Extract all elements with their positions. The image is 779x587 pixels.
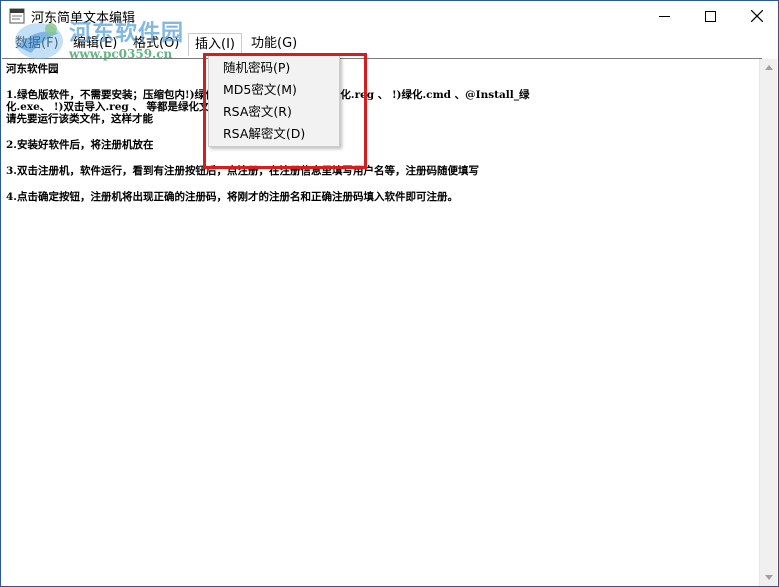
editor-line: 2.安装好软件后，将注册机放在: [6, 139, 154, 151]
chevron-up-icon: [764, 65, 773, 70]
insert-dropdown-menu: 随机密码(P) MD5密文(M) RSA密文(R) RSA解密文(D): [208, 55, 340, 147]
maximize-icon: [705, 10, 716, 22]
app-icon: [9, 8, 25, 24]
menu-item-random-password[interactable]: 随机密码(P): [223, 58, 290, 78]
menu-data[interactable]: 数据(F): [9, 33, 65, 55]
editor-line: 请先要运行该类文件，这样才能: [6, 113, 153, 125]
menu-edit[interactable]: 编辑(E): [67, 33, 123, 55]
menu-format[interactable]: 格式(O): [127, 33, 185, 55]
minimize-icon: [659, 15, 670, 17]
editor-content[interactable]: 河东软件园 1.绿色版软件，不需要安装；压缩包内!)绿化.exe、!)绿化.ba…: [6, 63, 746, 203]
title-bar[interactable]: 河东简单文本编辑: [1, 1, 778, 31]
app-window: 河东简单文本编辑 数据(F) 编辑(E) 格式(O) 插入(I) 功能(G) 河…: [0, 0, 779, 587]
editor-line: 3.双击注册机，软件运行，看到有注册按钮后，点注册，在注册信息里填写用户名等，注…: [6, 165, 479, 177]
window-title: 河东简单文本编辑: [31, 11, 136, 26]
editor-line: 4.点击确定按钮，注册机将出现正确的注册码，将刚才的注册名和正确注册码填入软件即…: [6, 191, 458, 203]
menu-item-rsa-cipher[interactable]: RSA密文(R): [223, 102, 292, 122]
menu-item-rsa-decrypt[interactable]: RSA解密文(D): [223, 124, 305, 144]
menu-function[interactable]: 功能(G): [245, 33, 303, 55]
close-icon: [750, 10, 763, 22]
menu-bar: 数据(F) 编辑(E) 格式(O) 插入(I) 功能(G): [1, 33, 778, 57]
close-button[interactable]: [734, 1, 779, 31]
maximize-button[interactable]: [688, 1, 733, 31]
editor-line: 河东软件园: [6, 63, 59, 75]
vertical-scrollbar[interactable]: [759, 59, 777, 586]
chevron-down-icon: [764, 575, 773, 580]
scroll-down-button[interactable]: [760, 569, 777, 586]
scroll-up-button[interactable]: [760, 59, 777, 76]
text-editor-area[interactable]: 河东软件园 1.绿色版软件，不需要安装；压缩包内!)绿化.exe、!)绿化.ba…: [2, 58, 762, 586]
editor-line: 化.exe、 !)双击导入.reg 、 等都是绿化文件，: [6, 101, 231, 113]
minimize-button[interactable]: [642, 1, 687, 31]
menu-insert[interactable]: 插入(I): [188, 33, 242, 56]
menu-item-md5-cipher[interactable]: MD5密文(M): [223, 80, 297, 100]
editor-line: 1.绿色版软件，不需要安装；压缩包内!)绿化.exe、!)绿化.bat 、 !)…: [6, 89, 530, 101]
